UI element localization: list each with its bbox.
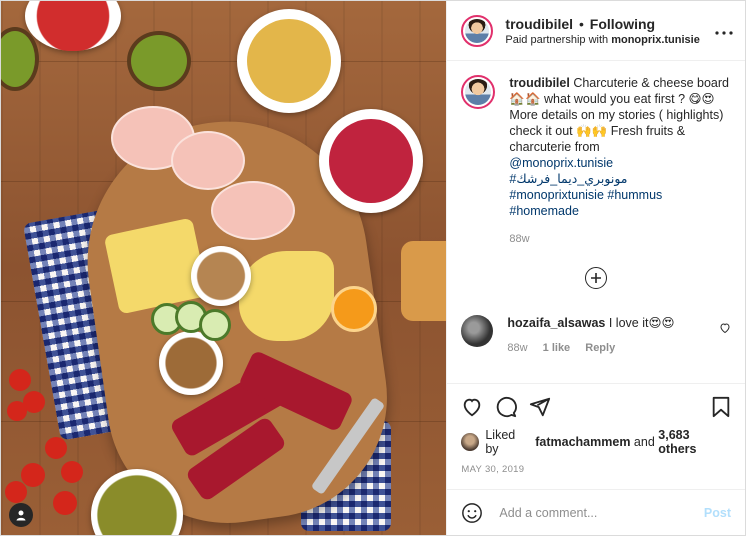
user-icon — [16, 510, 26, 521]
cherry-tomato — [53, 491, 77, 515]
separator-dot: • — [578, 15, 584, 32]
comment-item: hozaifa_alsawas I love it😍😍 88w 1 like R… — [461, 315, 731, 354]
orange-slice — [331, 286, 377, 332]
mention-link[interactable]: @monoprix.tunisie — [509, 155, 731, 171]
kiwi-half — [127, 31, 191, 91]
add-comment-bar: Post — [447, 489, 745, 535]
post-button[interactable]: Post — [704, 506, 731, 520]
post-actions: Liked by fatmachammem and 3,683 others M… — [447, 383, 745, 475]
comment-age[interactable]: 88w — [507, 342, 527, 354]
ham-slice — [171, 131, 245, 190]
cherry-tomato — [7, 401, 27, 421]
reply-button[interactable]: Reply — [585, 342, 615, 354]
cherry-tomato — [5, 481, 27, 503]
cheese-round — [239, 251, 334, 341]
share-icon[interactable] — [529, 396, 551, 418]
partner-link[interactable]: monoprix.tunisie — [611, 34, 700, 46]
comments-section: troudibilel Charcuterie & cheese board 🏠… — [447, 61, 745, 383]
plus-circle-icon[interactable] — [585, 267, 608, 289]
author-avatar[interactable] — [461, 14, 494, 47]
post-side-panel: troudibilel • Following Paid partnership… — [446, 1, 745, 535]
cherry-tomato — [45, 437, 67, 459]
liker-username[interactable]: fatmachammem — [535, 435, 630, 449]
partnership-label: Paid partnership with — [505, 33, 609, 46]
emoji-icon[interactable] — [461, 502, 483, 524]
caption-text-details: More details on my stories ( highlights)… — [509, 108, 724, 154]
post-photo[interactable] — [1, 1, 447, 535]
post-header: troudibilel • Following Paid partnership… — [447, 1, 745, 61]
hashtag-link[interactable]: #مونوبري_ديما_فرشك — [509, 171, 731, 187]
post-date[interactable]: MAY 30, 2019 — [461, 464, 731, 475]
bookmark-icon[interactable] — [711, 396, 731, 418]
liker-avatar[interactable] — [461, 433, 480, 451]
toast-slice — [401, 241, 447, 321]
caption-age[interactable]: 88w — [509, 231, 731, 247]
following-button[interactable]: Following — [590, 16, 655, 32]
hashtag-link[interactable]: #hummus — [607, 188, 662, 202]
cherry-tomato — [21, 463, 45, 487]
cucumber-slice — [199, 309, 231, 341]
comment-username[interactable]: hozaifa_alsawas — [507, 316, 605, 330]
ham-slice — [211, 181, 295, 240]
author-username[interactable]: troudibilel — [505, 16, 573, 32]
instagram-post: troudibilel • Following Paid partnership… — [0, 0, 746, 536]
caption-username[interactable]: troudibilel — [509, 76, 569, 90]
hummus — [247, 19, 331, 103]
likes-count[interactable]: 3,683 others — [658, 428, 731, 456]
likes-summary: Liked by fatmachammem and 3,683 others — [461, 428, 731, 456]
hashtag-link[interactable]: #monoprixtunisie — [509, 188, 604, 202]
cherry-tomato — [61, 461, 83, 483]
cherry-tomato — [9, 369, 31, 391]
and-label: and — [633, 435, 655, 449]
post-caption: troudibilel Charcuterie & cheese board 🏠… — [461, 75, 731, 247]
ellipsis-icon[interactable] — [715, 22, 733, 40]
nuts-bowl — [191, 246, 251, 306]
liked-by-label: Liked by — [485, 428, 516, 456]
strawberry-bowl — [25, 1, 121, 51]
commenter-avatar[interactable] — [461, 315, 494, 347]
comment-likes[interactable]: 1 like — [543, 342, 571, 354]
author-avatar[interactable] — [461, 75, 496, 109]
comment-icon[interactable] — [495, 396, 518, 418]
comment-text: I love it😍😍 — [608, 316, 675, 330]
hashtag-link[interactable]: #homemade — [509, 203, 731, 219]
heart-icon[interactable] — [719, 321, 731, 354]
comment-input[interactable] — [497, 504, 704, 521]
beet-dip — [329, 119, 413, 203]
heart-icon[interactable] — [461, 396, 483, 418]
tagged-users-button[interactable] — [9, 503, 33, 527]
